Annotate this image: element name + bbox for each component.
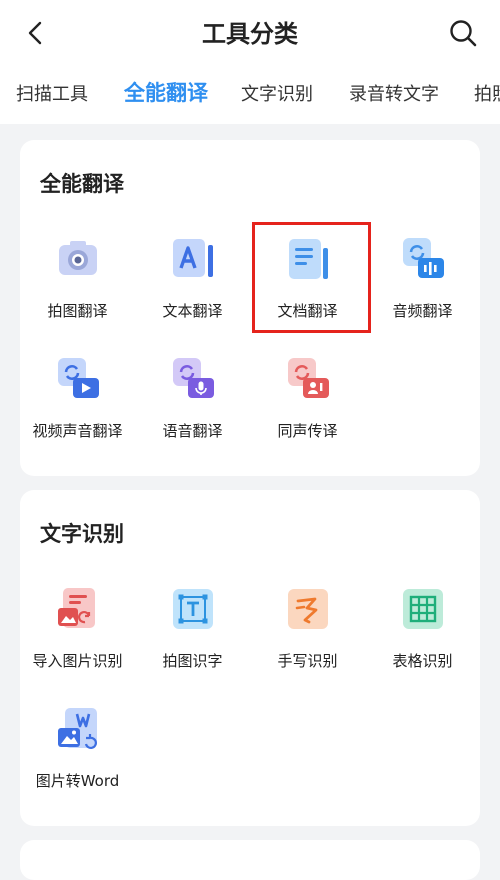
tool-photo-text-recognition[interactable]: 拍图识字 bbox=[135, 586, 250, 706]
next-section-card bbox=[20, 840, 480, 880]
category-tabs: 扫描工具 全能翻译 文字识别 录音转文字 拍照 bbox=[0, 80, 500, 114]
text-translate-icon bbox=[173, 239, 213, 277]
tool-image-to-word[interactable]: 图片转Word bbox=[20, 706, 135, 826]
search-icon bbox=[450, 20, 477, 47]
text-recognition-section-card: 文字识别 导入图片识别 拍图识字 手写识别 表格识别 图片转Word bbox=[20, 490, 480, 826]
simultaneous-interpretation-icon bbox=[288, 358, 329, 398]
tool-label: 导入图片识别 bbox=[32, 652, 123, 670]
tool-label: 手写识别 bbox=[277, 652, 338, 670]
app-header: 工具分类 扫描工具 全能翻译 文字识别 录音转文字 拍照 bbox=[0, 0, 500, 124]
section-title: 全能翻译 bbox=[40, 172, 124, 196]
audio-translate-icon bbox=[403, 238, 444, 278]
tool-simultaneous-interpretation[interactable]: 同声传译 bbox=[250, 356, 365, 476]
tool-label: 文本翻译 bbox=[162, 302, 223, 320]
tool-text-translate[interactable]: 文本翻译 bbox=[135, 236, 250, 356]
voice-translate-icon bbox=[173, 358, 214, 398]
tool-handwriting-recognition[interactable]: 手写识别 bbox=[250, 586, 365, 706]
tool-video-translate[interactable]: 视频声音翻译 bbox=[20, 356, 135, 476]
tool-photo-translate[interactable]: 拍图翻译 bbox=[20, 236, 135, 356]
image-to-word-icon bbox=[58, 708, 97, 749]
tool-label: 图片转Word bbox=[35, 772, 120, 790]
search-button[interactable] bbox=[446, 16, 480, 50]
tool-label: 拍图翻译 bbox=[47, 302, 108, 320]
tool-label: 视频声音翻译 bbox=[32, 422, 123, 440]
tab-recording-to-text[interactable]: 录音转文字 bbox=[349, 80, 439, 110]
video-translate-icon bbox=[58, 358, 99, 398]
tool-import-image-recognition[interactable]: 导入图片识别 bbox=[20, 586, 135, 706]
tool-audio-translate[interactable]: 音频翻译 bbox=[365, 236, 480, 356]
tab-text-recognition[interactable]: 文字识别 bbox=[241, 80, 313, 110]
tab-all-translate[interactable]: 全能翻译 bbox=[124, 80, 208, 108]
translate-section-card: 全能翻译 拍图翻译 文本翻译 文档翻译 音频翻译 视频声音翻译 语音翻译 同声传… bbox=[20, 140, 480, 476]
tool-label: 拍图识字 bbox=[162, 652, 223, 670]
handwriting-recognition-icon bbox=[288, 589, 328, 629]
tool-label: 同声传译 bbox=[277, 422, 338, 440]
tab-scan-tools[interactable]: 扫描工具 bbox=[16, 80, 88, 110]
highlight-box bbox=[252, 222, 371, 333]
import-image-recognition-icon bbox=[58, 588, 95, 628]
tool-label: 表格识别 bbox=[392, 652, 453, 670]
tab-photo[interactable]: 拍照 bbox=[474, 80, 500, 110]
tool-table-recognition[interactable]: 表格识别 bbox=[365, 586, 480, 706]
page-title: 工具分类 bbox=[202, 20, 298, 48]
tool-label: 语音翻译 bbox=[162, 422, 223, 440]
section-title: 文字识别 bbox=[40, 522, 124, 546]
table-recognition-icon bbox=[403, 589, 443, 629]
tool-voice-translate[interactable]: 语音翻译 bbox=[135, 356, 250, 476]
tool-label: 音频翻译 bbox=[392, 302, 453, 320]
camera-translate-icon bbox=[59, 241, 97, 275]
photo-text-recognition-icon bbox=[173, 589, 213, 629]
